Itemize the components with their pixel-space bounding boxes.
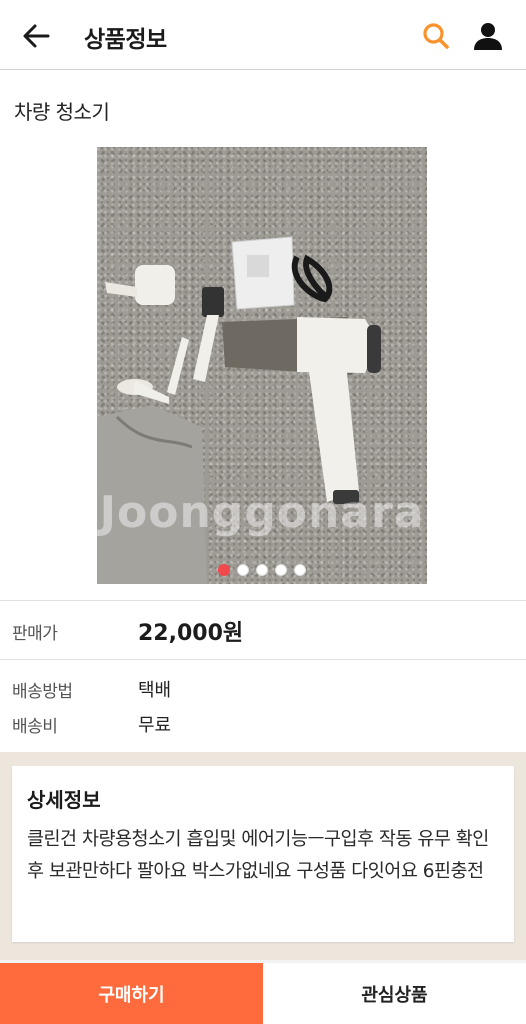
user-button[interactable] xyxy=(469,17,507,55)
price-label: 판매가 xyxy=(12,624,58,644)
carousel-dot[interactable] xyxy=(237,564,249,576)
product-photo[interactable]: Joonggonara xyxy=(97,147,427,584)
back-button[interactable] xyxy=(18,18,54,54)
image-carousel[interactable]: Joonggonara xyxy=(0,130,526,600)
carousel-dot[interactable] xyxy=(275,564,287,576)
search-button[interactable] xyxy=(418,18,454,54)
search-icon xyxy=(423,23,449,49)
shipping-fee-value: 무료 xyxy=(138,715,172,736)
arrow-left-icon xyxy=(23,24,50,48)
bottom-action-bar: 구매하기 관심상품 xyxy=(0,960,526,1024)
price-value: 22,000원 xyxy=(138,621,244,646)
user-icon xyxy=(474,23,502,50)
wishlist-button[interactable]: 관심상품 xyxy=(263,963,526,1024)
product-name: 차량 청소기 xyxy=(14,100,110,124)
watermark-text: Joonggonara xyxy=(99,487,425,538)
shipping-method-value: 택배 xyxy=(138,680,172,701)
carousel-dot[interactable] xyxy=(294,564,306,576)
divider xyxy=(0,659,526,660)
shipping-method-label: 배송방법 xyxy=(12,682,73,702)
chevron-left-icon[interactable] xyxy=(48,350,76,386)
carousel-dot[interactable] xyxy=(256,564,268,576)
chevron-right-icon[interactable] xyxy=(450,350,478,386)
detail-card: 상세정보 클린건 차량용청소기 흡입및 에어기능ㅡ구입후 작동 유무 확인후 보… xyxy=(12,766,514,942)
divider xyxy=(0,600,526,601)
shipping-fee-label: 배송비 xyxy=(12,717,58,737)
buy-button[interactable]: 구매하기 xyxy=(0,963,263,1024)
detail-description: 클린건 차량용청소기 흡입및 에어기능ㅡ구입후 작동 유무 확인후 보관만하다 … xyxy=(27,829,489,882)
detail-title: 상세정보 xyxy=(27,788,101,812)
carousel-indicator xyxy=(218,564,306,576)
page-title: 상품정보 xyxy=(84,27,167,53)
app-header: 상품정보 xyxy=(0,0,526,70)
carousel-dot[interactable] xyxy=(218,564,230,576)
